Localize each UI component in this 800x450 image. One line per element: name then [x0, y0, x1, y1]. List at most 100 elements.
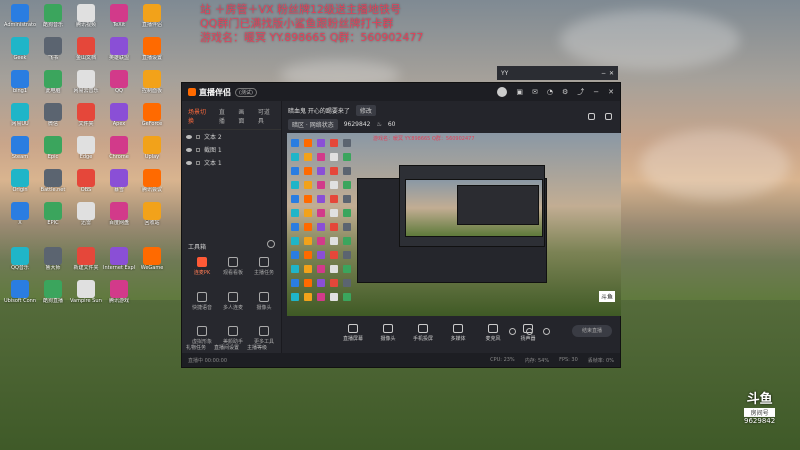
- desktop-icon[interactable]: Internet Explorer: [103, 247, 135, 281]
- desktop-icon[interactable]: Edge: [70, 136, 102, 170]
- desktop-icon-label: 酷狗直播: [42, 298, 63, 304]
- desktop-icon[interactable]: 飞书: [37, 37, 69, 71]
- tab-scene[interactable]: 场景切换: [188, 107, 211, 125]
- desktop-icon[interactable]: 控制面板: [136, 70, 168, 104]
- desktop-icon[interactable]: Steam: [4, 136, 36, 170]
- toolbox-settings-icon[interactable]: [267, 240, 275, 248]
- settings-icon[interactable]: [543, 328, 550, 335]
- preview-icon: [291, 139, 299, 147]
- desktop-icon[interactable]: 新建文件夹: [70, 247, 102, 281]
- lock-icon[interactable]: [196, 160, 200, 165]
- edit-title-button[interactable]: 修改: [355, 105, 376, 116]
- app-icon: [11, 136, 29, 154]
- camera-button[interactable]: 摄像头: [377, 324, 399, 342]
- beauty-icon: [228, 326, 238, 336]
- desktop-icon[interactable]: 鲁大师: [37, 247, 69, 281]
- desktop-icon[interactable]: WeGame: [136, 247, 168, 281]
- scene-item[interactable]: 文本 2: [182, 130, 281, 143]
- desktop-icon[interactable]: 网易UU: [4, 103, 36, 137]
- gift-icon[interactable]: ▣: [516, 88, 523, 96]
- desktop-icon[interactable]: 酷狗直播: [37, 280, 69, 314]
- desktop-icon[interactable]: 英雄联盟: [103, 37, 135, 71]
- close-icon[interactable]: ✕: [608, 88, 614, 96]
- desktop-icon[interactable]: X: [4, 202, 36, 236]
- desktop-icon[interactable]: EPIC: [37, 202, 69, 236]
- desktop-icon[interactable]: TeXit: [103, 4, 135, 38]
- lock-icon[interactable]: [196, 147, 200, 152]
- desktop-icon[interactable]: Origin: [4, 169, 36, 203]
- settings-icon[interactable]: ⚙: [562, 88, 568, 96]
- desktop-icon[interactable]: 酷狗音乐: [37, 4, 69, 38]
- desktop-icon[interactable]: Ubisoft Connect: [4, 280, 36, 314]
- desktop-icon[interactable]: Battle.net: [37, 169, 69, 203]
- desktop-icon[interactable]: QQ: [103, 70, 135, 104]
- footer-room-settings[interactable]: 直播间设置: [214, 344, 239, 351]
- record-icon[interactable]: [509, 328, 516, 335]
- stream-preview[interactable]: 游戏名：暖冥 YY.898665 Q群：560902477 斗鱼: [287, 133, 621, 316]
- desktop-icon[interactable]: 此电脑: [37, 70, 69, 104]
- desktop-icon[interactable]: OBS: [70, 169, 102, 203]
- desktop-icon[interactable]: 直播设置: [136, 37, 168, 71]
- tool-viewer-board[interactable]: 观看看板: [219, 257, 247, 276]
- mail-icon[interactable]: ✉: [532, 88, 538, 96]
- preview-icon: [317, 251, 325, 259]
- microphone-button[interactable]: 麦克风: [482, 324, 504, 342]
- desktop-icon[interactable]: 网易云音乐: [70, 70, 102, 104]
- tool-link-pk[interactable]: 连麦PK: [188, 257, 216, 276]
- eye-icon[interactable]: [186, 147, 192, 152]
- desktop-icon[interactable]: 腾讯游戏: [103, 280, 135, 314]
- camera-toggle-icon[interactable]: [526, 328, 533, 335]
- screen-capture-button[interactable]: 直播屏幕: [342, 324, 364, 342]
- tool-beauty[interactable]: 美颜助手: [219, 326, 247, 345]
- tool-avatar[interactable]: 虚拟形象: [188, 326, 216, 345]
- desktop-icon[interactable]: 微信: [37, 103, 69, 137]
- lock-icon[interactable]: [196, 134, 200, 139]
- desktop-icon[interactable]: Apex: [103, 103, 135, 137]
- desktop-icon[interactable]: 腾讯视频: [70, 4, 102, 38]
- desktop-icon[interactable]: Geek: [4, 37, 36, 71]
- desktop-icon[interactable]: QQ音乐: [4, 247, 36, 281]
- close-icon[interactable]: ✕: [609, 70, 614, 77]
- eye-icon[interactable]: [186, 134, 192, 139]
- desktop-icon[interactable]: 文件夹: [70, 103, 102, 137]
- media-button[interactable]: 多媒体: [447, 324, 469, 342]
- desktop-icon[interactable]: 百度网盘: [103, 202, 135, 236]
- minimize-icon[interactable]: −: [593, 88, 599, 96]
- desktop-icon[interactable]: Chrome: [103, 136, 135, 170]
- scene-item[interactable]: 文本 1: [182, 156, 281, 169]
- desktop-icon[interactable]: 腾讯会议: [136, 169, 168, 203]
- fullscreen-icon[interactable]: [605, 113, 612, 120]
- tool-camera[interactable]: 摄像头: [250, 292, 278, 311]
- lock-icon[interactable]: [588, 113, 595, 120]
- desktop-icon[interactable]: 回收站: [136, 202, 168, 236]
- desktop-icon[interactable]: Epic: [37, 136, 69, 170]
- tool-more[interactable]: 更多工具: [250, 326, 278, 345]
- bell-icon[interactable]: ◔: [547, 88, 553, 96]
- phone-cast-button[interactable]: 手机投屏: [412, 324, 434, 342]
- desktop-icon[interactable]: 金山文档: [70, 37, 102, 71]
- desktop-icon[interactable]: bing1: [4, 70, 36, 104]
- desktop-icon[interactable]: 迅雷: [70, 202, 102, 236]
- tab-live[interactable]: 直播: [219, 107, 230, 125]
- minimize-icon[interactable]: −: [601, 70, 606, 77]
- room-category-chip[interactable]: 暗区 · 网络状态: [288, 119, 338, 130]
- scene-item[interactable]: 截图 1: [182, 143, 281, 156]
- desktop-icon[interactable]: 直播伴侣: [136, 4, 168, 38]
- eye-icon[interactable]: [186, 160, 192, 165]
- share-icon[interactable]: ⤴: [577, 87, 584, 97]
- desktop-icon[interactable]: GeForce: [136, 103, 168, 137]
- tool-quick-voice[interactable]: 快捷语音: [188, 292, 216, 311]
- tool-host-task[interactable]: 主播任务: [250, 257, 278, 276]
- desktop-icon[interactable]: Vampire Survivors: [70, 280, 102, 314]
- yy-mini-window[interactable]: YY − ✕: [497, 66, 618, 80]
- avatar[interactable]: [497, 87, 508, 97]
- footer-host-level[interactable]: 主播等级: [247, 344, 267, 351]
- tab-canvas[interactable]: 画面: [238, 107, 249, 125]
- desktop-icon[interactable]: Uplay: [136, 136, 168, 170]
- tab-props[interactable]: 可道具: [258, 107, 275, 125]
- go-live-button[interactable]: 结束直播: [572, 325, 612, 337]
- desktop-icon[interactable]: 暴雪: [103, 169, 135, 203]
- footer-gift-task[interactable]: 礼物任务: [186, 344, 206, 351]
- tool-multi-link[interactable]: 多人连麦: [219, 292, 247, 311]
- desktop-icon[interactable]: Administrator: [4, 4, 36, 38]
